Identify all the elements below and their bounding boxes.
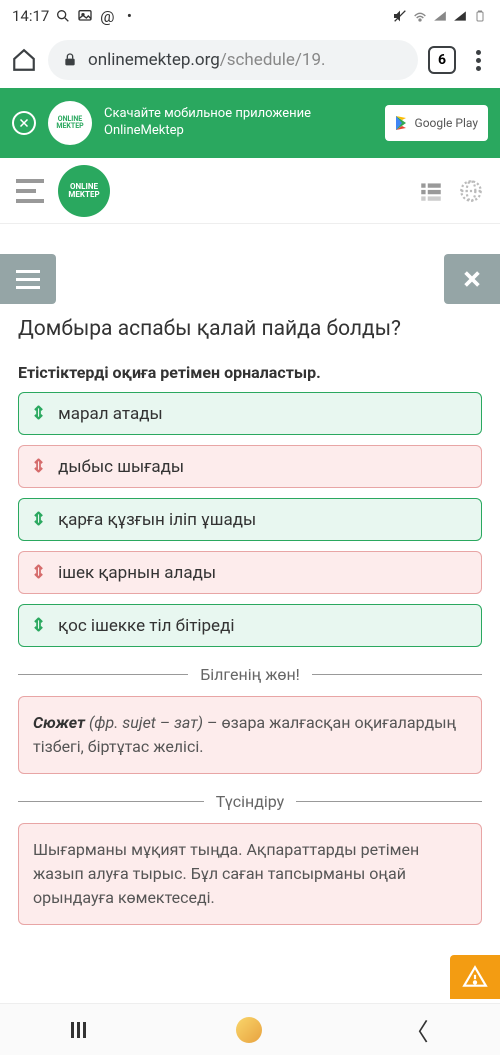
signal-icon bbox=[432, 8, 448, 24]
wifi-icon bbox=[412, 8, 428, 24]
drag-handle-icon[interactable]: ⇕ bbox=[31, 509, 46, 530]
system-nav-bar: 〈 bbox=[0, 1003, 500, 1055]
drag-handle-icon[interactable]: ⇕ bbox=[31, 615, 46, 636]
sidebar-open-button[interactable] bbox=[0, 254, 56, 304]
drag-handle-icon[interactable]: ⇕ bbox=[31, 562, 46, 583]
nav-back-button[interactable]: 〈 bbox=[405, 1012, 429, 1047]
question-title: Домбыра аспабы қалай пайда болды? bbox=[18, 316, 482, 343]
image-icon bbox=[77, 8, 93, 24]
option-text: қос ішекке тіл бітіреді bbox=[58, 616, 234, 636]
feedback-box: Сюжет (фр. sujet – зат) – өзара жалғасқа… bbox=[18, 696, 482, 774]
at-icon: @ bbox=[99, 8, 115, 24]
option-text: дыбыс шығады bbox=[58, 457, 184, 477]
site-logo[interactable]: ONLINE MEKTEP bbox=[58, 165, 110, 217]
battery-icon bbox=[472, 8, 488, 24]
content-area: Домбыра аспабы қалай пайда болды? Етісті… bbox=[0, 304, 500, 937]
sortable-option[interactable]: ⇕ ішек қарнын алады bbox=[18, 551, 482, 594]
sortable-option[interactable]: ⇕ қарға құзғын іліп ұшады bbox=[18, 498, 482, 541]
status-time: 14:17 bbox=[12, 7, 49, 25]
banner-logo: ONLINE MEKTEP bbox=[48, 101, 92, 145]
banner-close-button[interactable] bbox=[12, 111, 36, 135]
browser-bar: onlinemektep.org/schedule/19. 6 bbox=[0, 32, 500, 88]
app-download-banner: ONLINE MEKTEP Скачайте мобильное приложе… bbox=[0, 88, 500, 158]
lock-icon bbox=[62, 52, 78, 68]
warning-button[interactable] bbox=[450, 955, 500, 999]
controls-row bbox=[0, 254, 500, 304]
tab-count-button[interactable]: 6 bbox=[428, 46, 456, 74]
feedback-divider: Білгенің жөн! bbox=[18, 665, 482, 684]
google-play-button[interactable]: Google Play bbox=[385, 105, 488, 141]
status-bar: 14:17 @ • bbox=[0, 0, 500, 32]
site-header: ONLINE MEKTEP bbox=[0, 158, 500, 224]
close-button[interactable] bbox=[444, 254, 500, 304]
signal-icon-2 bbox=[452, 8, 468, 24]
url-bar[interactable]: onlinemektep.org/schedule/19. bbox=[48, 40, 418, 80]
browser-home-button[interactable] bbox=[10, 46, 38, 74]
nav-recent-button[interactable] bbox=[71, 1022, 93, 1038]
question-instruction: Етістіктерді оқиға ретімен орналастыр. bbox=[18, 363, 482, 382]
drag-handle-icon[interactable]: ⇕ bbox=[31, 456, 46, 477]
explain-box: Шығарманы мұқият тыңда. Ақпараттарды рет… bbox=[18, 823, 482, 925]
explain-heading: Түсіндіру bbox=[216, 792, 284, 811]
list-icon[interactable] bbox=[418, 178, 444, 204]
option-text: ішек қарнын алады bbox=[58, 563, 216, 583]
dot-icon: • bbox=[121, 8, 137, 24]
sortable-option[interactable]: ⇕ қос ішекке тіл бітіреді bbox=[18, 604, 482, 647]
option-text: марал атады bbox=[58, 404, 163, 424]
drag-handle-icon[interactable]: ⇕ bbox=[31, 403, 46, 424]
nav-home-button[interactable] bbox=[236, 1017, 262, 1043]
feedback-heading: Білгенің жөн! bbox=[200, 665, 300, 684]
banner-text: Скачайте мобильное приложение OnlineMekt… bbox=[104, 106, 373, 140]
menu-toggle-button[interactable] bbox=[16, 179, 44, 203]
sortable-option[interactable]: ⇕ дыбыс шығады bbox=[18, 445, 482, 488]
sortable-option[interactable]: ⇕ марал атады bbox=[18, 392, 482, 435]
explain-divider: Түсіндіру bbox=[18, 792, 482, 811]
url-text: onlinemektep.org/schedule/19. bbox=[88, 50, 326, 70]
option-text: қарға құзғын іліп ұшады bbox=[58, 510, 256, 530]
globe-icon[interactable] bbox=[458, 178, 484, 204]
search-icon bbox=[55, 8, 71, 24]
browser-menu-button[interactable] bbox=[466, 50, 490, 71]
mute-icon bbox=[392, 8, 408, 24]
